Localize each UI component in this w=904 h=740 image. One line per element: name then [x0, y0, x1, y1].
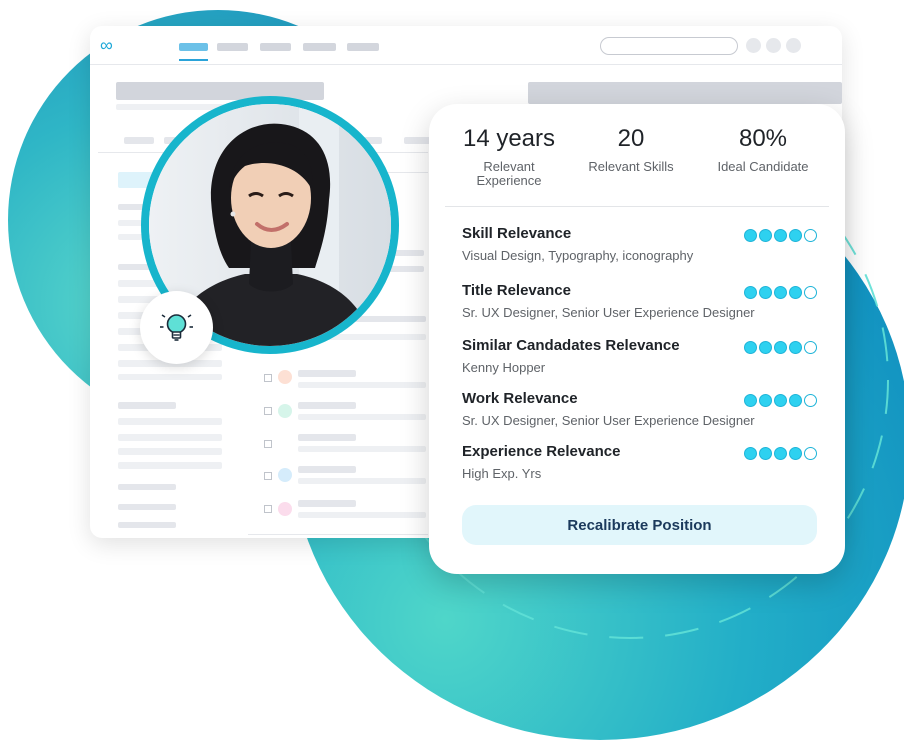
- stat-label: Relevant Skills: [588, 159, 674, 174]
- rating-dot-filled: [744, 286, 757, 299]
- link-logo-icon: ∞: [100, 35, 113, 55]
- rating-dots: [744, 394, 817, 407]
- stat-value: 80%: [738, 125, 788, 152]
- list-row: [298, 382, 426, 388]
- list-row: [298, 466, 356, 473]
- insight-badge[interactable]: [140, 291, 213, 364]
- stat-value: 20: [617, 125, 645, 152]
- nav-item[interactable]: [217, 43, 248, 51]
- stat-label: Relevant Experience: [476, 159, 542, 188]
- stat-experience: 14 years Relevant Experience: [451, 124, 567, 188]
- browser-toolbar: ∞: [90, 26, 842, 65]
- list-row: [298, 446, 426, 452]
- rating-dot-filled: [789, 447, 802, 460]
- rating-dot-filled: [759, 341, 772, 354]
- list-avatar-dot: [278, 502, 292, 516]
- rating-dot-filled: [774, 447, 787, 460]
- list-checkbox[interactable]: [264, 407, 272, 415]
- list-row: [298, 478, 426, 484]
- rating-dots: [744, 229, 817, 242]
- search-input[interactable]: [600, 37, 738, 55]
- rating-dot-empty: [804, 394, 817, 407]
- sidebar-row: [118, 462, 222, 469]
- rating-dots: [744, 341, 817, 354]
- candidate-relevance-card: 14 years Relevant Experience 20 Relevant…: [429, 104, 845, 574]
- stat-skills: 20 Relevant Skills: [573, 124, 689, 174]
- window-control-dot[interactable]: [746, 38, 761, 53]
- stat-label: Ideal Candidate: [717, 159, 809, 174]
- rating-dot-filled: [774, 341, 787, 354]
- rating-dot-empty: [804, 447, 817, 460]
- rating-dot-filled: [759, 286, 772, 299]
- rating-dot-filled: [744, 447, 757, 460]
- sidebar-row: [118, 448, 222, 455]
- relevance-row: Similar Candadates Relevance Kenny Hoppe…: [462, 337, 817, 376]
- relevance-detail: Visual Design, Typography, iconography: [462, 248, 694, 263]
- list-row: [298, 402, 356, 409]
- rating-dot-filled: [774, 229, 787, 242]
- relevance-row: Experience Relevance High Exp. Yrs: [462, 443, 817, 482]
- nav-item[interactable]: [260, 43, 291, 51]
- rating-dot-empty: [804, 341, 817, 354]
- rating-dot-filled: [789, 394, 802, 407]
- nav-item[interactable]: [303, 43, 336, 51]
- rating-dots: [744, 447, 817, 460]
- relevance-detail: Kenny Hopper: [462, 360, 546, 375]
- card-divider: [445, 206, 829, 207]
- relevance-detail: High Exp. Yrs: [462, 466, 542, 481]
- sidebar-row: [118, 484, 176, 490]
- list-avatar-dot: [278, 404, 292, 418]
- recalibrate-position-button[interactable]: Recalibrate Position: [462, 505, 817, 545]
- list-avatar-dot: [278, 370, 292, 384]
- list-avatar-dot: [278, 468, 292, 482]
- list-bottom-line: [248, 534, 428, 535]
- list-checkbox[interactable]: [264, 440, 272, 448]
- rating-dot-filled: [759, 394, 772, 407]
- rating-dot-filled: [789, 229, 802, 242]
- stat-value: 14 years: [462, 125, 556, 152]
- sidebar-row: [118, 434, 222, 441]
- list-row: [298, 370, 356, 377]
- list-checkbox[interactable]: [264, 374, 272, 382]
- sidebar-row: [118, 418, 222, 425]
- relevance-detail: Sr. UX Designer, Senior User Experience …: [462, 305, 755, 320]
- rating-dot-filled: [759, 229, 772, 242]
- stat-ideal: 80% Ideal Candidate: [705, 124, 821, 174]
- relevance-row: Skill Relevance Visual Design, Typograph…: [462, 225, 817, 264]
- list-row: [298, 434, 356, 441]
- list-checkbox[interactable]: [264, 505, 272, 513]
- lightbulb-icon: [160, 314, 193, 341]
- header-bar-placeholder: [528, 82, 842, 104]
- sidebar-row: [118, 522, 176, 528]
- rating-dot-filled: [774, 286, 787, 299]
- list-row: [298, 512, 426, 518]
- rating-dot-filled: [744, 229, 757, 242]
- window-control-dot[interactable]: [786, 38, 801, 53]
- nav-item-active[interactable]: [179, 43, 208, 51]
- rating-dot-filled: [789, 286, 802, 299]
- nav-item[interactable]: [347, 43, 379, 51]
- list-row: [298, 414, 426, 420]
- rating-dot-filled: [759, 447, 772, 460]
- rating-dot-filled: [744, 341, 757, 354]
- relevance-detail: Sr. UX Designer, Senior User Experience …: [462, 413, 755, 428]
- list-row: [298, 500, 356, 507]
- rating-dot-empty: [804, 286, 817, 299]
- list-checkbox[interactable]: [264, 472, 272, 480]
- nav-active-underline: [179, 59, 208, 61]
- rating-dot-filled: [774, 394, 787, 407]
- rating-dots: [744, 286, 817, 299]
- relevance-row: Title Relevance Sr. UX Designer, Senior …: [462, 282, 817, 321]
- rating-dot-filled: [789, 341, 802, 354]
- window-control-dot[interactable]: [766, 38, 781, 53]
- sidebar-row: [118, 504, 176, 510]
- rating-dot-empty: [804, 229, 817, 242]
- sidebar-row: [118, 402, 176, 409]
- rating-dot-filled: [744, 394, 757, 407]
- sidebar-row: [118, 374, 222, 380]
- relevance-row: Work Relevance Sr. UX Designer, Senior U…: [462, 390, 817, 429]
